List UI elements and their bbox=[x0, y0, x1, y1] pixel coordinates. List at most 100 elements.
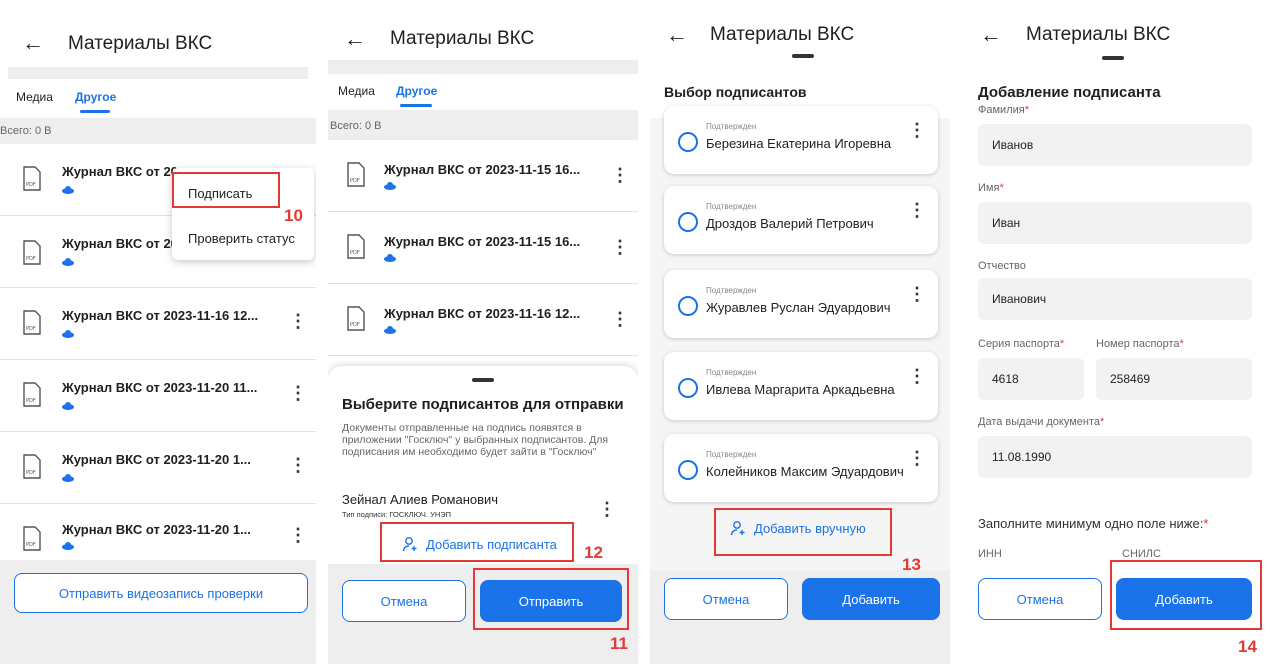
highlight-box bbox=[172, 172, 280, 208]
list-item[interactable]: PDF Журнал ВКС от 2023-11-20 11... ⋮ bbox=[0, 360, 316, 432]
signer-name: Березина Екатерина Игоревна bbox=[706, 136, 892, 151]
svg-text:PDF: PDF bbox=[350, 178, 360, 184]
screen-add-signer: ← Материалы ВКС Добавление подписанта Фа… bbox=[962, 0, 1268, 664]
snils-label: СНИЛС bbox=[1122, 548, 1161, 560]
radio-button[interactable] bbox=[678, 132, 698, 152]
radio-button[interactable] bbox=[678, 296, 698, 316]
more-vert-icon[interactable]: ⋮ bbox=[289, 526, 307, 544]
signer-status: Подтвержден bbox=[706, 450, 757, 459]
more-vert-icon[interactable]: ⋮ bbox=[908, 366, 926, 387]
sheet-handle[interactable] bbox=[792, 54, 814, 58]
more-vert-icon[interactable]: ⋮ bbox=[908, 284, 926, 305]
tab-active-indicator bbox=[400, 104, 432, 107]
sheet-title: Выберите подписантов для отправки bbox=[342, 396, 624, 413]
more-vert-icon[interactable]: ⋮ bbox=[908, 448, 926, 469]
cancel-button[interactable]: Отмена bbox=[342, 580, 466, 622]
file-title: Журнал ВКС от 2023-11-20 1... bbox=[62, 522, 251, 537]
more-vert-icon[interactable]: ⋮ bbox=[289, 384, 307, 402]
patronymic-value: Иванович bbox=[992, 292, 1047, 306]
total-bar: Всего: 0 В bbox=[328, 110, 638, 140]
patronymic-field[interactable]: Иванович bbox=[978, 278, 1252, 320]
tab-other[interactable]: Другое bbox=[75, 90, 116, 104]
form-hint: Заполните минимум одно поле ниже:* bbox=[978, 516, 1209, 531]
list-item[interactable]: PDF Журнал ВКС от 2023-11-15 16... ⋮ bbox=[328, 212, 638, 284]
signer-status: Подтвержден bbox=[706, 368, 757, 377]
passport-series-field[interactable]: 4618 bbox=[978, 358, 1084, 400]
highlight-box bbox=[1110, 560, 1262, 630]
signer-card[interactable]: Подтвержден Березина Екатерина Игоревна … bbox=[664, 106, 938, 174]
page-title: Материалы ВКС bbox=[390, 28, 535, 49]
back-arrow-icon[interactable]: ← bbox=[344, 26, 366, 52]
form-title: Добавление подписанта bbox=[978, 84, 1161, 101]
cancel-button[interactable]: Отмена bbox=[978, 578, 1102, 620]
more-vert-icon[interactable]: ⋮ bbox=[598, 500, 616, 518]
signer-card[interactable]: Подтвержден Ивлева Маргарита Аркадьевна … bbox=[664, 352, 938, 420]
sheet-handle[interactable] bbox=[472, 378, 494, 382]
first-name-value: Иван bbox=[992, 216, 1021, 230]
more-vert-icon[interactable]: ⋮ bbox=[611, 238, 629, 256]
more-vert-icon[interactable]: ⋮ bbox=[611, 166, 629, 184]
back-arrow-icon[interactable]: ← bbox=[666, 22, 688, 48]
svg-text:PDF: PDF bbox=[26, 542, 36, 548]
tab-other[interactable]: Другое bbox=[396, 84, 437, 98]
pdf-file-icon: PDF bbox=[23, 166, 41, 191]
svg-text:PDF: PDF bbox=[26, 256, 36, 262]
cloud-icon bbox=[384, 254, 396, 262]
cloud-icon bbox=[62, 542, 74, 550]
menu-item-check-status[interactable]: Проверить статус bbox=[188, 231, 295, 246]
pdf-file-icon: PDF bbox=[347, 306, 365, 331]
more-vert-icon[interactable]: ⋮ bbox=[289, 456, 307, 474]
signer-status: Подтвержден bbox=[706, 286, 757, 295]
svg-text:PDF: PDF bbox=[26, 326, 36, 332]
signer-card[interactable]: Подтвержден Журавлев Руслан Эдуардович ⋮ bbox=[664, 270, 938, 338]
signer-name: Ивлева Маргарита Аркадьевна bbox=[706, 382, 895, 397]
back-arrow-icon[interactable]: ← bbox=[980, 22, 1002, 48]
list-item[interactable]: PDF Журнал ВКС от 2023-11-16 12... ⋮ bbox=[328, 284, 638, 356]
highlight-box bbox=[380, 522, 574, 562]
sheet-description: Документы отправленные на подпись появят… bbox=[342, 422, 609, 458]
last-name-field[interactable]: Иванов bbox=[978, 124, 1252, 166]
last-name-value: Иванов bbox=[992, 138, 1034, 152]
signer-card[interactable]: Подтвержден Дроздов Валерий Петрович ⋮ bbox=[664, 186, 938, 254]
tab-media[interactable]: Медиа bbox=[338, 84, 375, 98]
back-arrow-icon[interactable]: ← bbox=[22, 30, 44, 56]
first-name-label: Имя* bbox=[978, 182, 1004, 194]
divider bbox=[8, 67, 308, 79]
screen-file-list: ← Материалы ВКС Медиа Другое Всего: 0 В … bbox=[0, 0, 316, 664]
cloud-icon bbox=[62, 402, 74, 410]
divider bbox=[328, 60, 638, 74]
file-title: Журнал ВКС от 2023-11-20 11... bbox=[62, 380, 258, 395]
more-vert-icon[interactable]: ⋮ bbox=[289, 312, 307, 330]
issue-date-field[interactable]: 11.08.1990 bbox=[978, 436, 1252, 478]
list-item[interactable]: PDF Журнал ВКС от 2023-11-20 1... ⋮ bbox=[0, 432, 316, 504]
tab-media[interactable]: Медиа bbox=[16, 90, 53, 104]
more-vert-icon[interactable]: ⋮ bbox=[908, 120, 926, 141]
last-name-label: Фамилия* bbox=[978, 104, 1029, 116]
send-video-button[interactable]: Отправить видеозапись проверки bbox=[14, 573, 308, 613]
file-title: Журнал ВКС от 20 bbox=[62, 236, 178, 251]
add-button[interactable]: Добавить bbox=[802, 578, 940, 620]
step-label: 10 bbox=[284, 206, 303, 225]
signer-card[interactable]: Подтвержден Колейников Максим Эдуардович… bbox=[664, 434, 938, 502]
first-name-field[interactable]: Иван bbox=[978, 202, 1252, 244]
svg-text:PDF: PDF bbox=[26, 470, 36, 476]
radio-button[interactable] bbox=[678, 212, 698, 232]
pdf-file-icon: PDF bbox=[23, 310, 41, 335]
cloud-icon bbox=[384, 326, 396, 334]
patronymic-label: Отчество bbox=[978, 260, 1026, 272]
list-item[interactable]: PDF Журнал ВКС от 2023-11-16 12... ⋮ bbox=[0, 288, 316, 360]
signer-name: Дроздов Валерий Петрович bbox=[706, 216, 874, 231]
signer-name: Зейнал Алиев Романович bbox=[342, 492, 499, 507]
sheet-handle[interactable] bbox=[1102, 56, 1124, 60]
radio-button[interactable] bbox=[678, 378, 698, 398]
signer-name: Журавлев Руслан Эдуардович bbox=[706, 300, 891, 315]
passport-series-label: Серия паспорта* bbox=[978, 338, 1065, 350]
passport-number-field[interactable]: 258469 bbox=[1096, 358, 1252, 400]
list-item[interactable]: PDF Журнал ВКС от 2023-11-15 16... ⋮ bbox=[328, 140, 638, 212]
file-title: Журнал ВКС от 2023-11-16 12... bbox=[384, 306, 581, 321]
radio-button[interactable] bbox=[678, 460, 698, 480]
pdf-file-icon: PDF bbox=[23, 382, 41, 407]
cancel-button[interactable]: Отмена bbox=[664, 578, 788, 620]
more-vert-icon[interactable]: ⋮ bbox=[908, 200, 926, 221]
more-vert-icon[interactable]: ⋮ bbox=[611, 310, 629, 328]
